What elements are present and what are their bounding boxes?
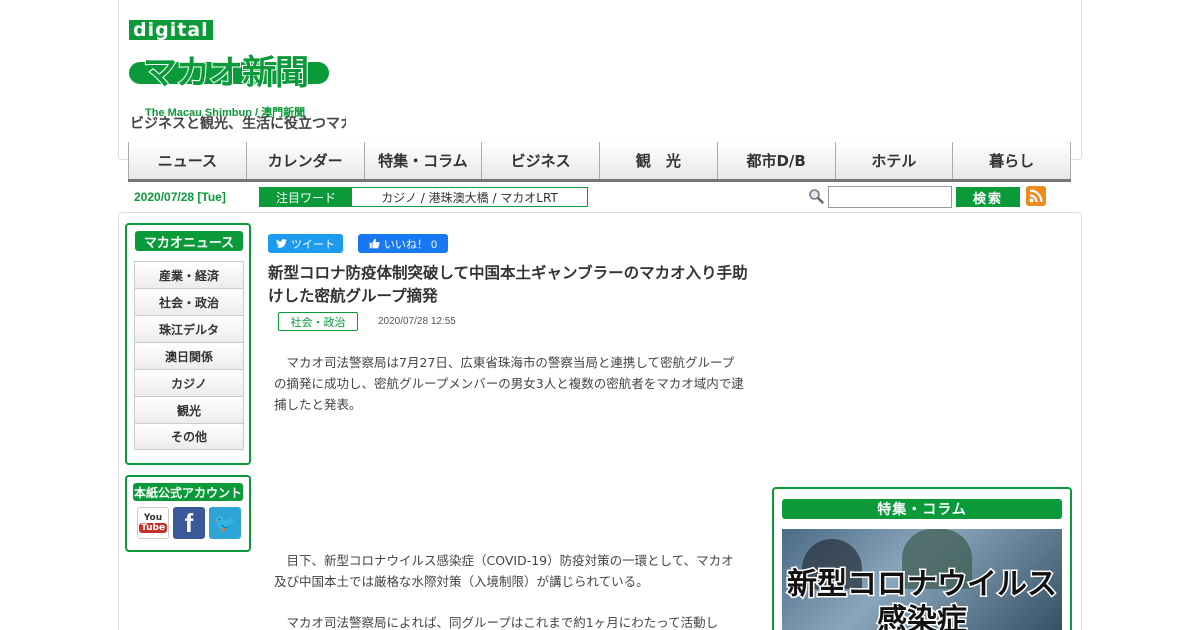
feature-column-panel: 特集・コラム 新型コロナウイルス感染症 xyxy=(772,487,1072,630)
official-accounts-title: 本紙公式アカウント xyxy=(133,483,243,501)
twitter-bird-icon xyxy=(276,239,287,248)
search-button[interactable]: 検索 xyxy=(956,187,1020,207)
nav-calendar[interactable]: カレンダー xyxy=(246,142,365,179)
sidebar-item-macau-japan[interactable]: 澳日関係 xyxy=(134,342,244,369)
news-category-title: マカオニュース xyxy=(135,231,243,251)
youtube-icon[interactable]: You Tube xyxy=(137,507,169,539)
nav-city-db[interactable]: 都市D/B xyxy=(717,142,836,179)
logo-main: マカオ新聞 xyxy=(129,44,329,102)
logo-name: マカオ新聞 xyxy=(142,52,310,94)
youtube-you-text: You xyxy=(143,513,163,523)
sidebar-item-other[interactable]: その他 xyxy=(134,423,244,450)
sidebar-item-society-politics[interactable]: 社会・政治 xyxy=(134,288,244,315)
site-tagline: ビジネスと観光、生活に役立つマカオ xyxy=(130,116,346,132)
nav-tourism[interactable]: 観 光 xyxy=(600,142,718,179)
tweet-button[interactable]: ツイート xyxy=(268,234,343,253)
hot-words-bar: 注目ワード カジノ / 港珠澳大橋 / マカオLRT xyxy=(259,187,588,207)
rss-icon[interactable] xyxy=(1026,186,1046,206)
current-date: 2020/07/28 [Tue] xyxy=(134,190,226,204)
sidebar-item-tourism[interactable]: 観光 xyxy=(134,396,244,423)
search-icon xyxy=(809,189,824,204)
nav-business[interactable]: ビジネス xyxy=(482,142,600,179)
nav-living[interactable]: 暮らし xyxy=(953,142,1071,179)
logo-digital-label: digital xyxy=(129,20,213,40)
article-category-tag[interactable]: 社会・政治 xyxy=(278,312,358,331)
facebook-icon[interactable]: f xyxy=(173,507,205,539)
article-published-date: 2020/07/28 12:55 xyxy=(378,316,456,327)
feature-banner-image[interactable]: 新型コロナウイルス感染症 xyxy=(782,529,1062,630)
like-button[interactable]: いいね！ 0 xyxy=(358,234,448,253)
sidebar-item-pearl-river-delta[interactable]: 珠江デルタ xyxy=(134,315,244,342)
article-paragraph: マカオ司法警察局は7月27日、広東省珠海市の警察当局と連携して密航グループの摘発… xyxy=(274,355,744,412)
search-input[interactable] xyxy=(828,186,952,208)
youtube-tube-text: Tube xyxy=(138,523,168,533)
news-category-list: 産業・経済 社会・政治 珠江デルタ 澳日関係 カジノ 観光 その他 xyxy=(134,261,244,450)
site-logo[interactable]: digital マカオ新聞 The Macau Shimbun / 澳門新聞 xyxy=(129,20,339,119)
hot-words-links[interactable]: カジノ / 港珠澳大橋 / マカオLRT xyxy=(352,188,587,206)
sidebar-item-casino[interactable]: カジノ xyxy=(134,369,244,396)
feature-banner-caption: 新型コロナウイルス感染症 xyxy=(786,566,1059,630)
social-icons: You Tube f 🐦 xyxy=(137,507,241,539)
news-category-panel: マカオニュース 産業・経済 社会・政治 珠江デルタ 澳日関係 カジノ 観光 その… xyxy=(125,223,251,465)
main-nav: ニュース カレンダー 特集・コラム ビジネス 観 光 都市D/B ホテル 暮らし xyxy=(128,142,1071,182)
article-paragraph: マカオ司法警察局によれば、同グループはこれまで約1ヶ月にわたって活動し xyxy=(286,615,719,630)
tweet-label: ツイート xyxy=(291,238,335,251)
thumbs-up-icon xyxy=(369,238,380,249)
nav-features[interactable]: 特集・コラム xyxy=(364,142,483,179)
feature-column-title[interactable]: 特集・コラム xyxy=(782,499,1062,519)
nav-news[interactable]: ニュース xyxy=(128,142,247,179)
page: digital マカオ新聞 The Macau Shimbun / 澳門新聞 ビ… xyxy=(0,0,1200,630)
twitter-icon[interactable]: 🐦 xyxy=(209,507,241,539)
official-accounts-panel: 本紙公式アカウント You Tube f 🐦 xyxy=(125,475,251,552)
nav-hotels[interactable]: ホテル xyxy=(835,142,954,179)
sidebar-item-industry-economy[interactable]: 産業・経済 xyxy=(134,261,244,288)
hot-words-label: 注目ワード xyxy=(260,188,352,206)
article-title: 新型コロナ防疫体制突破して中国本土ギャンブラーのマカオ入り手助けした密航グループ… xyxy=(268,264,748,305)
article-paragraph: 目下、新型コロナウイルス感染症（COVID-19）防疫対策の一環として、マカオ及… xyxy=(274,553,734,589)
like-label: いいね！ 0 xyxy=(383,238,438,251)
